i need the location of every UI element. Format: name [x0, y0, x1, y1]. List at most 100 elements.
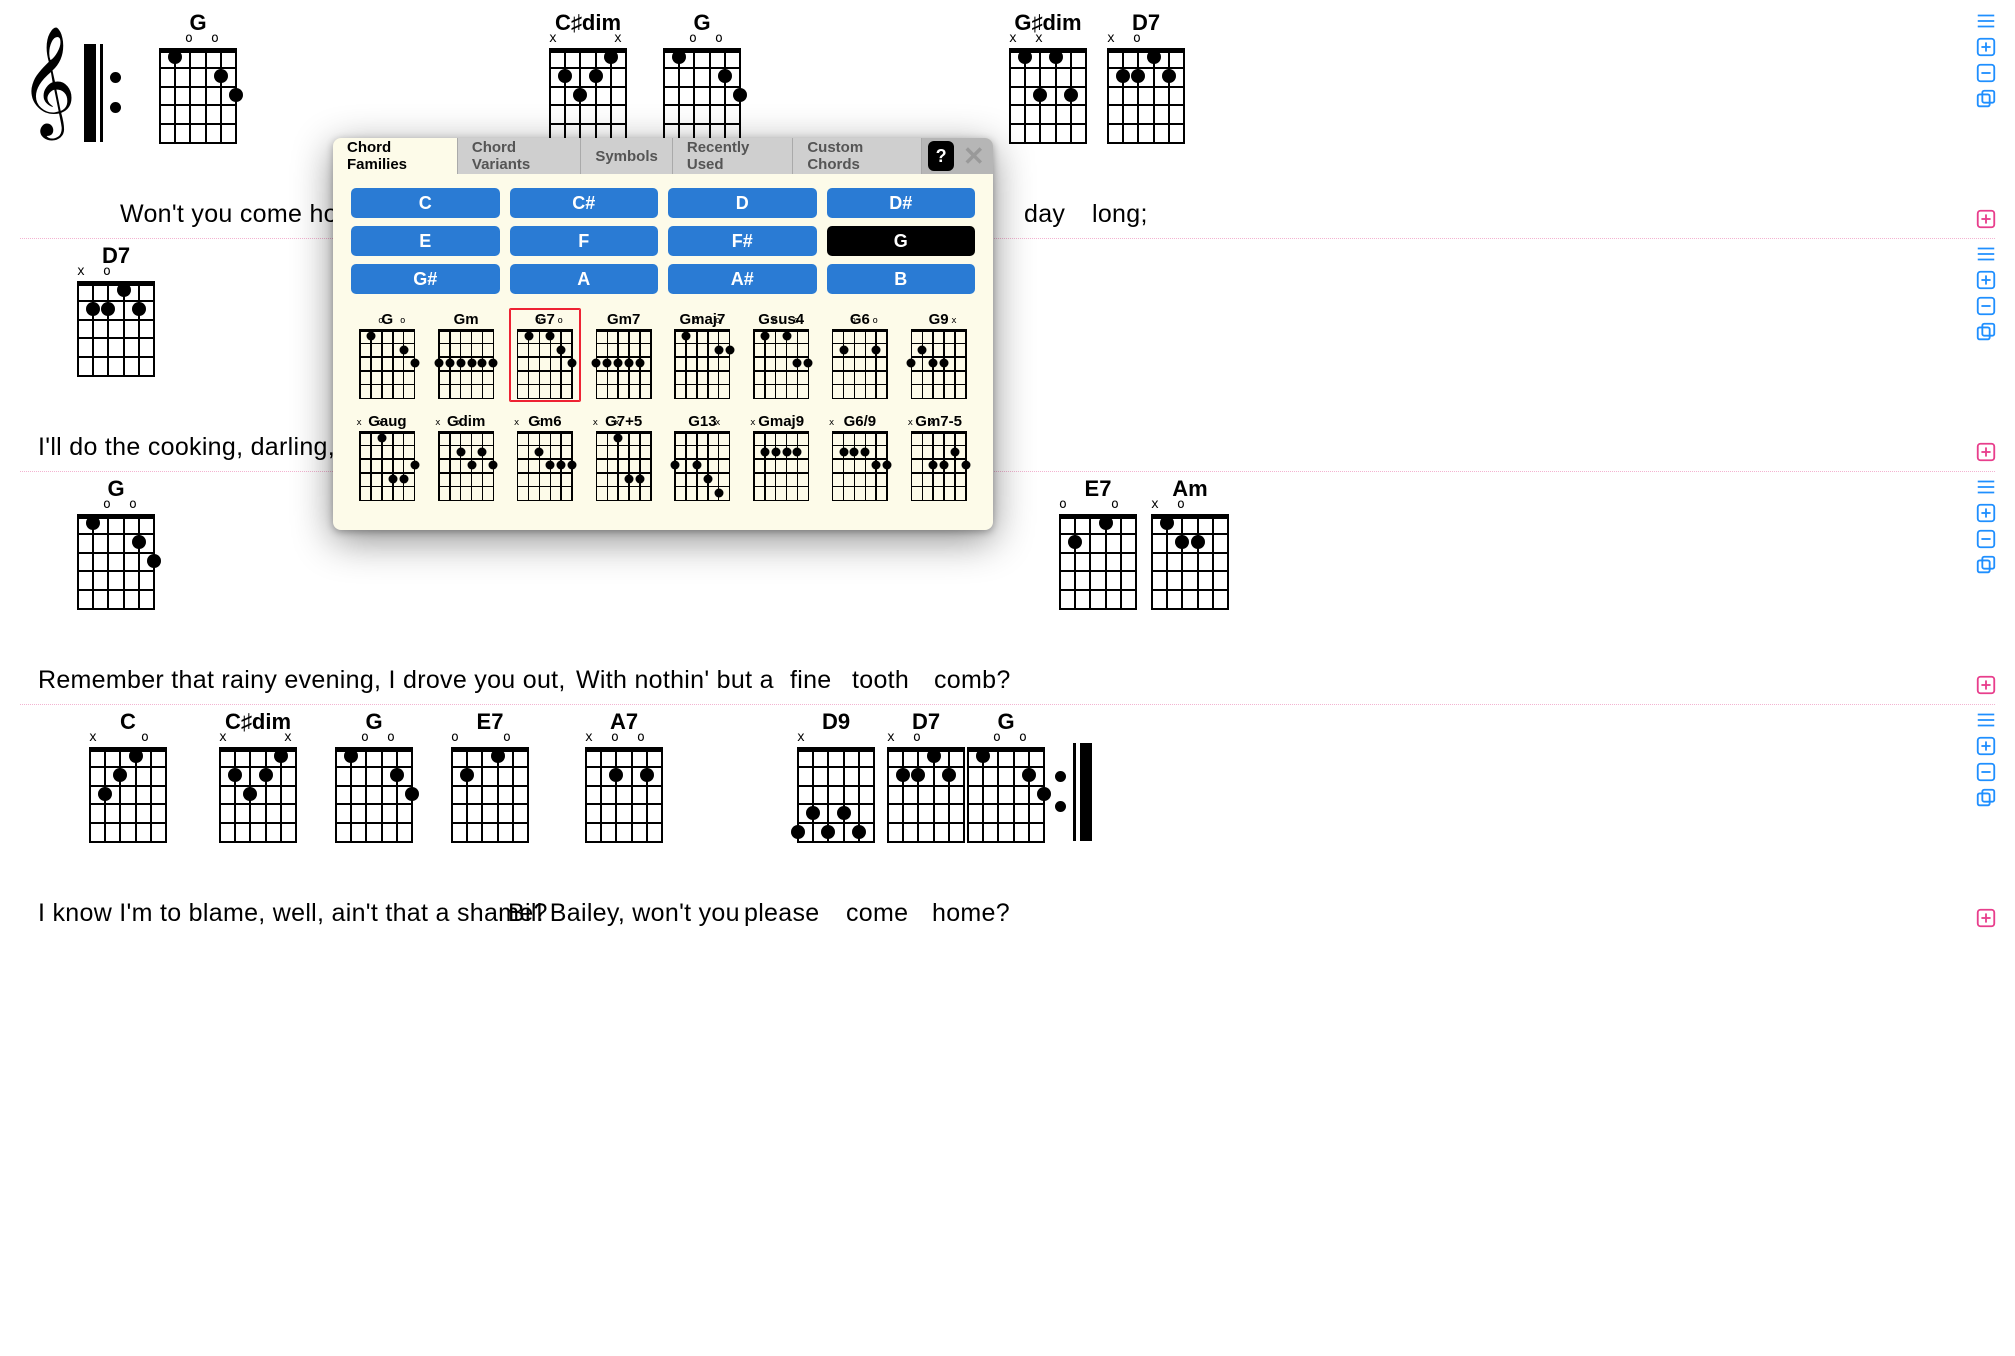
lyric-word[interactable]: I'll do the cooking, darling, I'll	[38, 433, 366, 462]
chord-variant[interactable]: Gm	[430, 308, 503, 402]
add-line-button[interactable]	[1975, 441, 1997, 463]
chord-slot[interactable]: Amxo	[1142, 476, 1238, 610]
lyric-word[interactable]: home?	[932, 899, 1010, 928]
tab-chord families[interactable]: Chord Families	[333, 138, 458, 174]
chord-variant[interactable]: Gaugxx	[351, 410, 424, 504]
lyric-word[interactable]: Bill Bailey, won't you	[508, 899, 740, 928]
repeat-start-icon	[84, 44, 124, 142]
chord-slot[interactable]: D7xo	[68, 243, 164, 377]
chord-slot[interactable]: Goo	[326, 709, 422, 843]
add-chord-button[interactable]	[1975, 735, 1997, 757]
close-button[interactable]: ✕	[960, 138, 987, 174]
add-chord-button[interactable]	[1975, 36, 1997, 58]
root-gsharp[interactable]: G#	[351, 264, 500, 294]
lyrics-line[interactable]: Remember that rainy evening, I drove you…	[20, 666, 1995, 696]
root-fsharp[interactable]: F#	[668, 226, 817, 256]
chord-diagram	[159, 48, 237, 144]
chord-diagram: oo	[832, 329, 888, 399]
chord-variant[interactable]: G13x	[666, 410, 739, 504]
chord-slot[interactable]: G♯dimxx	[1000, 10, 1096, 144]
lyrics-line[interactable]: I know I'm to blame, well, ain't that a …	[20, 899, 1995, 929]
add-line-button[interactable]	[1975, 208, 1997, 230]
chord-diagram	[77, 514, 155, 610]
remove-chord-button[interactable]	[1975, 62, 1997, 84]
chord-variant[interactable]: G7oo	[509, 308, 582, 402]
reorder-handle-icon[interactable]	[1975, 709, 1997, 731]
chord-slot[interactable]: E7oo	[1050, 476, 1146, 610]
lyric-word[interactable]: tooth	[852, 666, 909, 695]
root-c[interactable]: C	[351, 188, 500, 218]
lyric-word[interactable]: I know I'm to blame, well, ain't that a …	[38, 899, 548, 928]
root-f[interactable]: F	[510, 226, 659, 256]
chord-slot[interactable]: E7oo	[442, 709, 538, 843]
remove-chord-button[interactable]	[1975, 528, 1997, 550]
lyric-word[interactable]: fine	[790, 666, 832, 695]
chord-variant[interactable]: Gmaj7oo	[666, 308, 739, 402]
lyric-word[interactable]: Remember that rainy evening, I drove you…	[38, 666, 566, 695]
reorder-handle-icon[interactable]	[1975, 476, 1997, 498]
lyric-word[interactable]: come	[846, 899, 908, 928]
remove-chord-button[interactable]	[1975, 761, 1997, 783]
line-tools	[1975, 709, 1997, 809]
chord-slot[interactable]: Goo	[68, 476, 164, 610]
chord-name: G	[150, 10, 246, 36]
chord-slot[interactable]: Goo	[654, 10, 750, 144]
tab-symbols[interactable]: Symbols	[581, 138, 673, 174]
add-chord-button[interactable]	[1975, 502, 1997, 524]
add-chord-button[interactable]	[1975, 269, 1997, 291]
chord-variant[interactable]: Gmaj9x	[745, 410, 818, 504]
duplicate-line-button[interactable]	[1975, 554, 1997, 576]
add-line-button[interactable]	[1975, 907, 1997, 929]
chord-slot[interactable]: Goo	[958, 709, 1054, 843]
chord-slot[interactable]: Cxo	[80, 709, 176, 843]
chord-diagram: oo	[753, 329, 809, 399]
chord-variant[interactable]: Gm7	[587, 308, 660, 402]
chord-diagram	[663, 48, 741, 144]
chord-variant[interactable]: Gm7-5xx	[902, 410, 975, 504]
chord-variant[interactable]: Gm6xx	[509, 410, 582, 504]
chord-variant[interactable]: G6oo	[824, 308, 897, 402]
lyric-word[interactable]: please	[744, 899, 819, 928]
chord-slot[interactable]: C♯dimxx	[540, 10, 636, 144]
chord-variant[interactable]: Goo	[351, 308, 424, 402]
chord-diagram	[1059, 514, 1137, 610]
root-d[interactable]: D	[668, 188, 817, 218]
song-line: D7xo I'll do the cooking, darling, I'll	[20, 239, 1995, 472]
root-csharp[interactable]: C#	[510, 188, 659, 218]
root-dsharp[interactable]: D#	[827, 188, 976, 218]
root-b[interactable]: B	[827, 264, 976, 294]
chord-variant[interactable]: Gsus4oo	[745, 308, 818, 402]
tab-recently used[interactable]: Recently Used	[673, 138, 793, 174]
chord-variant[interactable]: G7+5xx	[587, 410, 660, 504]
chord-variant[interactable]: G6/9x	[824, 410, 897, 504]
chord-slot[interactable]: Goo	[150, 10, 246, 144]
lyrics-line[interactable]: Won't you come homedaylong;	[20, 200, 1995, 230]
root-g[interactable]: G	[827, 226, 976, 256]
reorder-handle-icon[interactable]	[1975, 243, 1997, 265]
chord-slot[interactable]: A7xoo	[576, 709, 672, 843]
remove-chord-button[interactable]	[1975, 295, 1997, 317]
chord-variant[interactable]: G9x	[902, 308, 975, 402]
duplicate-line-button[interactable]	[1975, 88, 1997, 110]
lyric-word[interactable]: comb?	[934, 666, 1011, 695]
help-button[interactable]: ?	[928, 141, 955, 171]
lyrics-line[interactable]: I'll do the cooking, darling, I'll	[20, 433, 1995, 463]
tab-custom chords[interactable]: Custom Chords	[793, 138, 922, 174]
chord-slot[interactable]: C♯dimxx	[210, 709, 306, 843]
root-e[interactable]: E	[351, 226, 500, 256]
chord-variant-name: G6/9	[844, 413, 877, 430]
root-asharp[interactable]: A#	[668, 264, 817, 294]
lyric-word[interactable]: long;	[1092, 200, 1148, 229]
duplicate-line-button[interactable]	[1975, 321, 1997, 343]
chord-diagram: x	[911, 329, 967, 399]
chord-slot[interactable]: D7xo	[1098, 10, 1194, 144]
chord-slot[interactable]: D9x	[788, 709, 884, 843]
lyric-word[interactable]: With nothin' but a	[576, 666, 774, 695]
duplicate-line-button[interactable]	[1975, 787, 1997, 809]
lyric-word[interactable]: day	[1024, 200, 1065, 229]
chord-variant[interactable]: Gdimxx	[430, 410, 503, 504]
reorder-handle-icon[interactable]	[1975, 10, 1997, 32]
root-a[interactable]: A	[510, 264, 659, 294]
add-line-button[interactable]	[1975, 674, 1997, 696]
tab-chord variants[interactable]: Chord Variants	[458, 138, 581, 174]
